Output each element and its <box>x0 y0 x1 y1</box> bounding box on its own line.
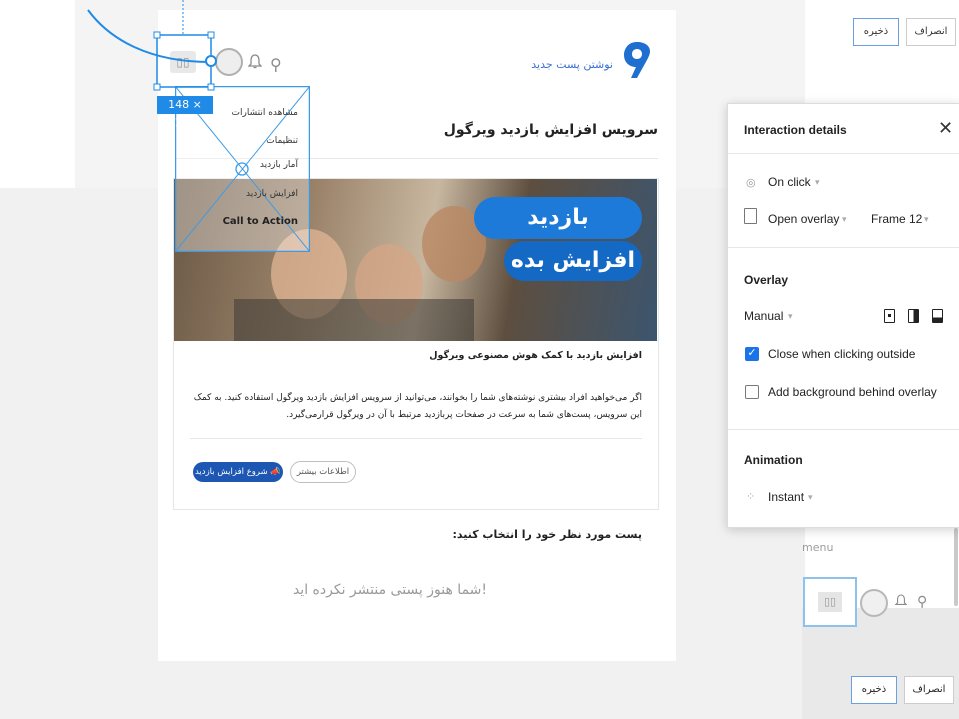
more-info-button[interactable]: اطلاعات بیشتر <box>290 461 356 483</box>
preview-book-icon: ▯▯ <box>818 592 842 612</box>
chevron-down-icon[interactable]: ▾ <box>842 214 847 225</box>
action-dropdown[interactable]: Open overlay <box>768 212 839 226</box>
instant-icon: ⁘ <box>746 491 756 503</box>
chevron-down-icon[interactable]: ▾ <box>808 492 813 503</box>
card-heading: افزایش بازدید با کمک هوش مصنوعی ویرگول <box>429 350 642 361</box>
banner-headline: بازدید پست‌هاتو <box>474 197 642 272</box>
cancel-button-preview[interactable]: انصراف <box>904 676 954 704</box>
close-outside-checkbox[interactable]: ✓ <box>745 347 759 361</box>
menu-item-boost[interactable]: افزایش بازدید <box>188 189 298 199</box>
trigger-icon: ◎ <box>746 177 756 189</box>
overlay-section-heading: Overlay <box>744 273 789 287</box>
menu-item-cta[interactable]: Call to Action <box>188 216 298 227</box>
cancel-button[interactable]: انصراف <box>906 18 956 46</box>
new-post-link[interactable]: نوشتن پست جدید <box>518 58 613 71</box>
scrollbar[interactable] <box>954 528 958 606</box>
interaction-details-panel: Interaction details ✕ ◎ On click ▾ Open … <box>727 103 959 528</box>
card-divider <box>190 438 642 439</box>
start-boost-label: شروع افزایش بازدید <box>194 467 268 477</box>
position-center-icon[interactable] <box>884 309 895 323</box>
bell-icon[interactable] <box>248 54 262 70</box>
save-button[interactable]: ذخیره <box>853 18 899 46</box>
menu-item-settings[interactable]: تنظیمات <box>188 136 298 146</box>
destination-dropdown[interactable]: Frame 12 <box>871 212 922 226</box>
close-outside-label: Close when clicking outside <box>768 347 916 361</box>
empty-state-message: شما هنوز پستی منتشر نکرده اید! <box>292 582 488 598</box>
position-right-icon[interactable] <box>908 309 919 323</box>
page-title: سرویس افزایش بازدید ویرگول <box>443 122 658 138</box>
add-background-checkbox[interactable] <box>745 385 759 399</box>
layer-name-label: menu <box>802 541 834 554</box>
book-icon[interactable]: ▯▯ <box>170 51 196 73</box>
chevron-down-icon[interactable]: ▾ <box>924 214 929 225</box>
select-post-heading: پست مورد نظر خود را انتخاب کنید: <box>452 528 642 541</box>
chevron-down-icon[interactable]: ▾ <box>788 311 793 322</box>
overlay-action-icon <box>744 208 757 224</box>
close-icon[interactable]: ✕ <box>938 118 953 139</box>
virgool-logo-icon <box>624 42 650 78</box>
add-background-label: Add background behind overlay <box>768 385 937 399</box>
card-body: اگر می‌خواهید افراد بیشتری نوشته‌های شما… <box>193 393 642 420</box>
trigger-dropdown[interactable]: On click <box>768 175 811 189</box>
search-icon[interactable]: ⚲ <box>270 55 282 74</box>
save-button-preview[interactable]: ذخیره <box>851 676 897 704</box>
position-dropdown[interactable]: Manual <box>744 309 783 323</box>
animation-dropdown[interactable]: Instant <box>768 490 804 504</box>
menu-item-stats[interactable]: آمار بازدید <box>188 160 298 170</box>
dimension-label: 148 × 119 <box>157 96 213 129</box>
panel-title: Interaction details <box>744 123 847 137</box>
start-boost-button[interactable]: 📣 شروع افزایش بازدید <box>193 462 283 482</box>
preview-bell-icon <box>895 594 907 605</box>
chevron-down-icon[interactable]: ▾ <box>815 177 820 188</box>
animation-section-heading: Animation <box>744 453 803 467</box>
banner-subheadline: افزایش بده <box>504 241 642 281</box>
preview-avatar <box>860 589 888 617</box>
preview-search-icon: ⚲ <box>917 594 928 610</box>
position-bottom-icon[interactable] <box>932 309 943 323</box>
megaphone-icon: 📣 <box>267 467 282 477</box>
avatar[interactable] <box>215 48 243 76</box>
